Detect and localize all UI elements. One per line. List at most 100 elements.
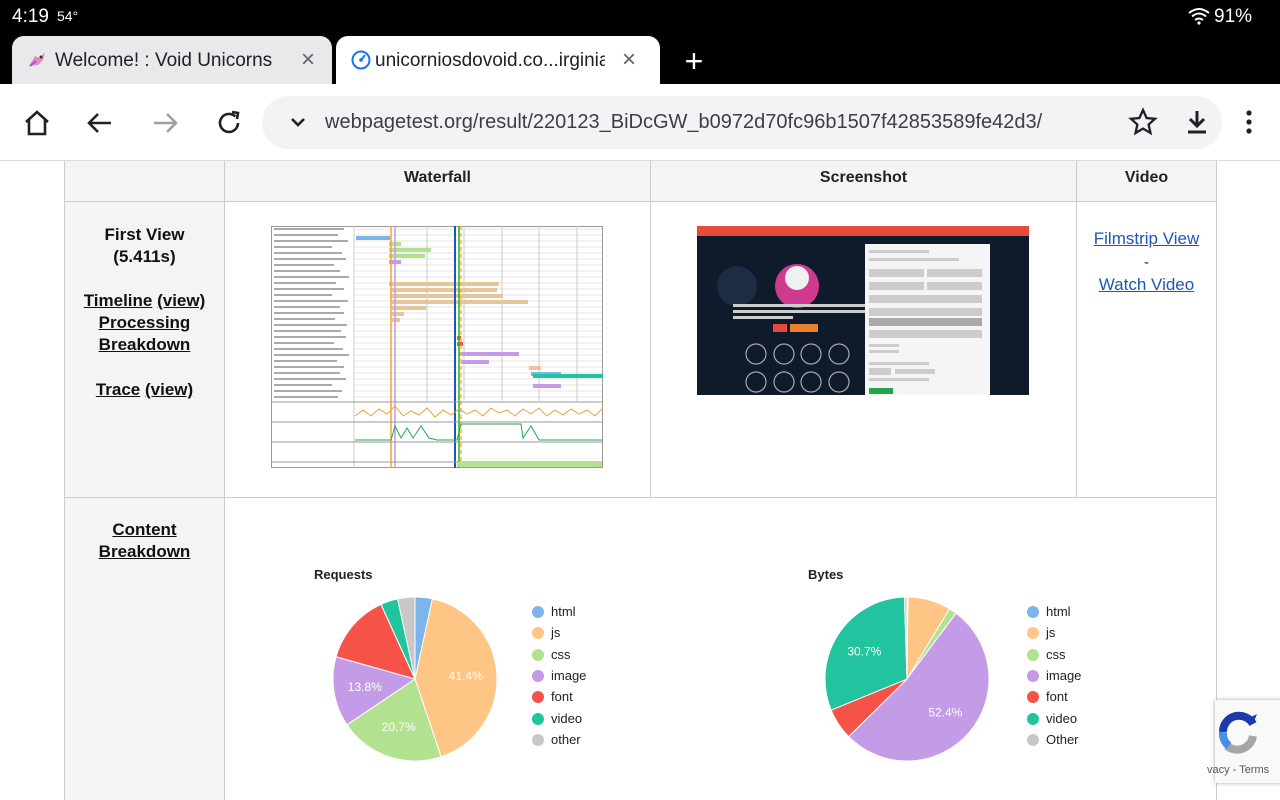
- legend-label: js: [1046, 625, 1056, 641]
- battery-percent: 91%: [1214, 6, 1253, 27]
- legend-item-js[interactable]: js: [1027, 625, 1055, 640]
- chevron-down-icon[interactable]: [286, 110, 310, 134]
- trace-view-link[interactable]: (view): [145, 380, 193, 399]
- first-view-title: First View: [104, 225, 185, 244]
- recaptcha-badge[interactable]: vacy - Terms: [1207, 700, 1280, 783]
- tab-strip: Welcome! : Void Unicorns × unicorniosdov…: [0, 34, 1280, 84]
- more-menu-icon[interactable]: [1234, 107, 1264, 137]
- watch-video-link[interactable]: Watch Video: [1099, 275, 1194, 294]
- header-waterfall: Waterfall: [224, 161, 651, 202]
- legend-item-video[interactable]: video: [532, 711, 582, 726]
- tab-title: Welcome! : Void Unicorns: [55, 50, 273, 71]
- legend-item-image[interactable]: image: [532, 668, 586, 683]
- legend-color-swatch: [532, 691, 544, 704]
- legend-item-video[interactable]: video: [1027, 711, 1077, 726]
- address-bar[interactable]: webpagetest.org/result/220123_BiDcGW_b09…: [262, 96, 1222, 149]
- legend-label: css: [1046, 646, 1066, 662]
- header-video: Video: [1076, 161, 1217, 202]
- header-screenshot: Screenshot: [650, 161, 1077, 202]
- page-content: Waterfall Screenshot Video First View (5…: [0, 161, 1280, 800]
- pie-data-label: 13.8%: [348, 680, 382, 694]
- legend-label: video: [1046, 710, 1078, 726]
- unicorn-favicon-icon: [29, 52, 45, 67]
- legend-label: html: [551, 604, 576, 619]
- legend-color-swatch: [532, 733, 544, 746]
- screenshot-cell: [650, 201, 1077, 498]
- download-icon[interactable]: [1182, 107, 1212, 137]
- legend-color-swatch: [532, 627, 544, 640]
- recaptcha-privacy-terms[interactable]: vacy - Terms: [1207, 764, 1269, 776]
- legend-label: font: [551, 689, 573, 705]
- video-links-separator: -: [1144, 253, 1149, 271]
- legend-label: font: [1046, 689, 1068, 705]
- legend-item-image[interactable]: image: [1027, 668, 1081, 683]
- url-text[interactable]: webpagetest.org/result/220123_BiDcGW_b09…: [325, 111, 1042, 134]
- legend-color-swatch: [1027, 691, 1039, 704]
- waterfall-thumbnail[interactable]: [271, 226, 603, 468]
- filmstrip-view-link[interactable]: Filmstrip View: [1094, 229, 1199, 248]
- trace-link[interactable]: Trace: [96, 380, 140, 399]
- legend-item-font[interactable]: font: [532, 689, 573, 704]
- wifi-icon: [1188, 8, 1210, 25]
- legend-item-css[interactable]: css: [1027, 647, 1066, 662]
- star-bookmark-icon[interactable]: [1128, 107, 1158, 137]
- browser-toolbar: webpagetest.org/result/220123_BiDcGW_b09…: [0, 84, 1280, 161]
- bytes-pie-chart: Bytes 52.4% 30.7% html js css image font video Ot…: [780, 498, 1210, 800]
- tab-void-unicorns[interactable]: Welcome! : Void Unicorns ×: [12, 36, 332, 84]
- legend-color-swatch: [1027, 648, 1039, 661]
- video-cell: Filmstrip View - Watch Video: [1076, 201, 1217, 498]
- header-cell-blank: [64, 161, 225, 202]
- back-arrow-icon[interactable]: [85, 108, 115, 138]
- first-view-time: (5.411s): [113, 247, 176, 266]
- pie-data-label: 30.7%: [847, 644, 881, 658]
- status-temperature: 54°: [57, 8, 79, 24]
- legend-color-swatch: [1027, 712, 1039, 725]
- legend-item-js[interactable]: js: [532, 625, 560, 640]
- legend-item-html[interactable]: html: [1027, 604, 1071, 619]
- legend-label: video: [551, 710, 583, 726]
- new-tab-button[interactable]: +: [680, 45, 708, 77]
- legend-item-other[interactable]: other: [532, 732, 581, 747]
- pie-svg: 52.4% 30.7%: [824, 596, 990, 762]
- content-link[interactable]: Content: [112, 520, 176, 539]
- pie-data-label: 41.4%: [449, 669, 483, 683]
- legend-label: image: [551, 667, 587, 683]
- waterfall-header-label: Waterfall: [404, 169, 471, 186]
- page-screenshot-thumbnail[interactable]: [697, 226, 1029, 395]
- processing-link[interactable]: Processing: [99, 313, 191, 332]
- first-view-label-cell: First View (5.411s) Timeline (view) Proc…: [64, 201, 225, 498]
- legend-color-swatch: [532, 712, 544, 725]
- pie-svg: 41.4% 20.7% 13.8%: [332, 596, 498, 762]
- legend-item-html[interactable]: html: [532, 604, 576, 619]
- status-time: 4:19: [12, 6, 49, 27]
- legend-item-font[interactable]: font: [1027, 689, 1068, 704]
- close-tab-icon[interactable]: ×: [296, 48, 320, 72]
- breakdown-link[interactable]: Breakdown: [99, 542, 191, 561]
- legend-color-swatch: [532, 648, 544, 661]
- breakdown-link[interactable]: Breakdown: [99, 335, 191, 354]
- reload-icon[interactable]: [214, 108, 244, 138]
- legend-item-css[interactable]: css: [532, 647, 571, 662]
- close-tab-icon[interactable]: ×: [617, 48, 641, 72]
- legend-label: html: [1046, 604, 1071, 619]
- waterfall-cell: [224, 201, 651, 498]
- pie-data-label: 52.4%: [928, 705, 962, 719]
- legend-color-swatch: [532, 669, 544, 682]
- legend-label: css: [551, 646, 571, 662]
- tab-webpagetest[interactable]: unicorniosdovoid.co...irginia U ×: [336, 36, 660, 84]
- content-breakdown-cell: Requests 41.4% 20.7% 13.8% html js css image fon…: [224, 497, 1217, 800]
- legend-label: js: [551, 625, 561, 641]
- legend-color-swatch: [1027, 669, 1039, 682]
- legend-label: other: [551, 731, 581, 747]
- webpagetest-favicon-icon: [351, 50, 371, 70]
- legend-color-swatch: [532, 606, 544, 618]
- video-header-label: Video: [1124, 169, 1169, 186]
- legend-item-other[interactable]: Other: [1027, 732, 1079, 747]
- timeline-view-link[interactable]: (view): [157, 291, 205, 310]
- home-icon[interactable]: [22, 108, 52, 138]
- legend-color-swatch: [1027, 733, 1039, 746]
- legend-label: image: [1046, 667, 1082, 683]
- timeline-link[interactable]: Timeline: [84, 291, 153, 310]
- forward-arrow-icon[interactable]: [150, 108, 180, 138]
- requests-pie-chart: Requests 41.4% 20.7% 13.8% html js css image fon…: [285, 498, 725, 800]
